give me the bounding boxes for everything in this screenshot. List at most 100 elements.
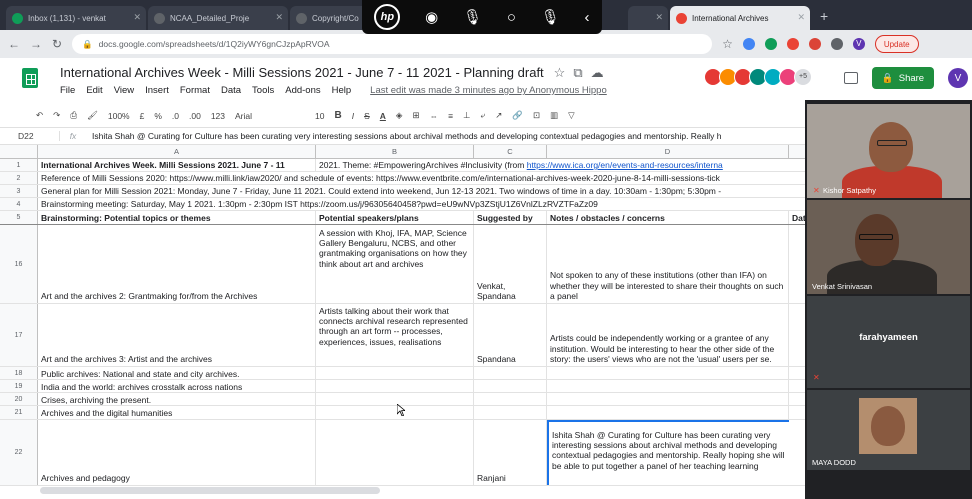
back-arrow-icon[interactable]: ← xyxy=(8,37,20,51)
puzzle-icon[interactable] xyxy=(830,38,843,50)
menu-view[interactable]: View xyxy=(114,85,134,96)
column-header-b[interactable]: B xyxy=(316,145,474,159)
star-icon[interactable]: ☆ xyxy=(554,65,566,80)
header-speakers[interactable]: Potential speakers/plans xyxy=(316,211,474,224)
menu-insert[interactable]: Insert xyxy=(145,85,169,96)
header-date[interactable]: Dat xyxy=(789,211,806,224)
cell-speakers[interactable] xyxy=(316,420,474,485)
header-suggested-by[interactable]: Suggested by xyxy=(474,211,547,224)
mic-icon[interactable]: 🎙 xyxy=(463,8,482,26)
cell-speakers[interactable] xyxy=(316,380,474,392)
cell-b1[interactable]: 2021. Theme: #EmpoweringArchives #Inclus… xyxy=(316,159,805,171)
cell-notes-selected[interactable]: Ishita Shah @ Curating for Culture has b… xyxy=(547,420,789,485)
font-select[interactable]: Arial xyxy=(235,111,305,121)
browser-tab-ncaa[interactable]: NCAA_Detailed_Proje ✕ xyxy=(148,6,288,30)
mic-icon[interactable]: 🎙 xyxy=(541,8,560,26)
share-button[interactable]: 🔒 Share xyxy=(872,67,934,89)
participant-tile[interactable]: MAYA DODD xyxy=(807,390,970,470)
cell-suggested-by[interactable]: Venkat, Spandana xyxy=(474,225,547,303)
text-color-button[interactable]: A xyxy=(380,111,386,121)
cell-suggested-by[interactable] xyxy=(474,393,547,405)
fill-color-icon[interactable]: ◈ xyxy=(396,110,403,121)
cell-suggested-by[interactable] xyxy=(474,406,547,419)
comments-icon[interactable] xyxy=(844,72,858,84)
merge-cells-icon[interactable]: ⇔ xyxy=(430,111,439,121)
back-chevron-icon[interactable]: ‹ xyxy=(585,9,590,26)
cell-topic[interactable]: Archives and the digital humanities xyxy=(38,406,316,419)
percent-format-button[interactable]: % xyxy=(154,111,162,121)
borders-icon[interactable]: ⊞ xyxy=(412,110,419,121)
row-number[interactable]: 19 xyxy=(0,380,38,392)
cell-topic[interactable]: India and the world: archives crosstalk … xyxy=(38,380,316,392)
filter-icon[interactable]: ▽ xyxy=(568,110,575,121)
header-notes[interactable]: Notes / obstacles / concerns xyxy=(547,211,789,224)
menu-edit[interactable]: Edit xyxy=(86,85,102,96)
more-viewers-count[interactable]: +5 xyxy=(794,68,812,86)
cell-suggested-by[interactable]: Spandana xyxy=(474,304,547,366)
extension-icon[interactable] xyxy=(786,38,799,50)
account-avatar[interactable]: V xyxy=(948,68,968,88)
formula-input[interactable]: Ishita Shah @ Curating for Culture has b… xyxy=(86,131,722,141)
browser-tab-international-archives[interactable]: International Archives ✕ xyxy=(670,6,810,30)
paint-format-icon[interactable]: 🖌 xyxy=(87,110,98,121)
menu-help[interactable]: Help xyxy=(332,85,352,96)
italic-button[interactable]: I xyxy=(352,111,354,121)
strikethrough-button[interactable]: S xyxy=(364,111,370,121)
undo-icon[interactable]: ↶ xyxy=(36,110,43,121)
row-number[interactable]: 22 xyxy=(0,420,38,485)
horizontal-align-icon[interactable]: ≡ xyxy=(448,111,453,121)
row-number[interactable]: 18 xyxy=(0,367,38,379)
row-number[interactable]: 16 xyxy=(0,225,38,303)
row-number[interactable]: 1 xyxy=(0,159,38,171)
cell-notes[interactable] xyxy=(547,406,789,419)
zoom-select[interactable]: 100% xyxy=(108,111,130,121)
column-header-d[interactable]: D xyxy=(547,145,789,159)
horizontal-scrollbar[interactable] xyxy=(40,487,380,494)
cell-speakers[interactable] xyxy=(316,367,474,379)
menu-data[interactable]: Data xyxy=(221,85,241,96)
ica-events-link[interactable]: https://www.ica.org/en/events-and-resour… xyxy=(527,160,723,170)
redo-icon[interactable]: ↷ xyxy=(53,110,60,121)
row-number[interactable]: 21 xyxy=(0,406,38,419)
close-icon[interactable]: ✕ xyxy=(275,12,283,23)
select-all-corner[interactable] xyxy=(0,145,38,159)
insert-chart-icon[interactable]: ▥ xyxy=(550,110,558,121)
cell-topic[interactable]: Crises, archiving the present. xyxy=(38,393,316,405)
participant-tile[interactable]: Venkat Srinivasan xyxy=(807,200,970,294)
close-icon[interactable]: ✕ xyxy=(655,12,663,23)
menu-addons[interactable]: Add-ons xyxy=(285,85,320,96)
cell-notes[interactable] xyxy=(547,393,789,405)
row-number[interactable]: 20 xyxy=(0,393,38,405)
cell-suggested-by[interactable] xyxy=(474,380,547,392)
document-title[interactable]: International Archives Week - Milli Sess… xyxy=(60,65,604,81)
cell-topic[interactable]: Public archives: National and state and … xyxy=(38,367,316,379)
forward-arrow-icon[interactable]: → xyxy=(30,37,42,51)
cell-topic[interactable]: Art and the archives 3: Artist and the a… xyxy=(38,304,316,366)
cell-topic[interactable]: Art and the archives 2: Grantmaking for/… xyxy=(38,225,316,303)
cell-topic[interactable]: Archives and pedagogy xyxy=(38,420,316,485)
column-header-e[interactable] xyxy=(789,145,805,159)
column-header-c[interactable]: C xyxy=(474,145,547,159)
record-icon[interactable]: ◉ xyxy=(425,8,438,26)
extension-icon[interactable] xyxy=(742,38,755,50)
close-icon[interactable]: ✕ xyxy=(797,12,805,23)
url-field[interactable]: 🔒 docs.google.com/spreadsheets/d/1Q2iyWY6… xyxy=(72,34,713,54)
participant-tile[interactable]: farahyameen ✕ xyxy=(807,296,970,388)
cell-notes[interactable] xyxy=(547,367,789,379)
cell-a4[interactable]: Brainstorming meeting: Saturday, May 1 2… xyxy=(38,198,805,210)
cell-date[interactable] xyxy=(789,225,805,303)
text-wrap-icon[interactable]: ⤶ xyxy=(480,110,485,121)
cell-notes[interactable]: Not spoken to any of these institutions … xyxy=(547,225,789,303)
circle-icon[interactable]: ○ xyxy=(507,9,516,26)
header-topics[interactable]: Brainstorming: Potential topics or theme… xyxy=(38,211,316,224)
cell-a2[interactable]: Reference of Milli Sessions 2020: https:… xyxy=(38,172,805,184)
browser-tab-inbox[interactable]: Inbox (1,131) - venkat ✕ xyxy=(6,6,146,30)
reload-icon[interactable]: ↻ xyxy=(52,37,62,51)
cell-suggested-by[interactable]: Ranjani xyxy=(474,420,547,485)
row-number[interactable]: 2 xyxy=(0,172,38,184)
star-icon[interactable]: ☆ xyxy=(722,37,733,51)
row-number[interactable]: 3 xyxy=(0,185,38,197)
extension-icon[interactable] xyxy=(808,38,821,50)
menu-file[interactable]: File xyxy=(60,85,75,96)
increase-decimal-button[interactable]: .00 xyxy=(189,111,201,121)
